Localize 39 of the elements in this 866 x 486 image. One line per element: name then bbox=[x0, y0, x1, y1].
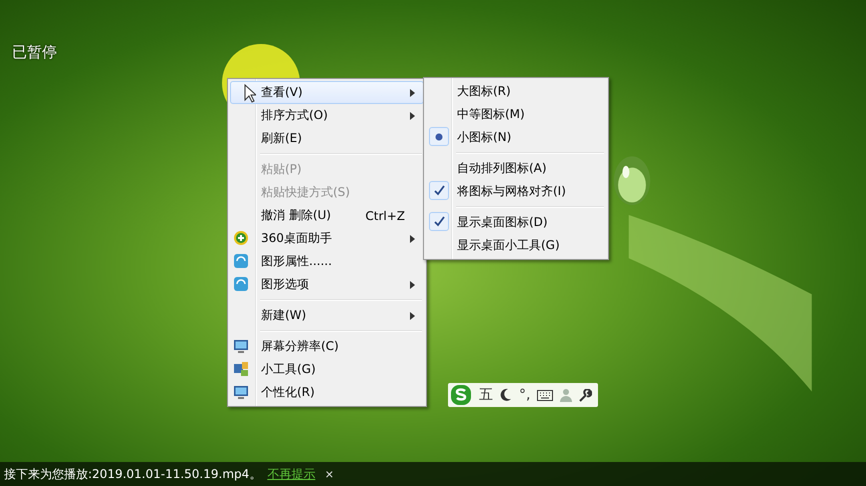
menu-item[interactable]: 撤消 删除(U) Ctrl+Z bbox=[230, 204, 424, 227]
ime-mode-text[interactable]: 五 bbox=[479, 386, 493, 404]
shortcut-text: Ctrl+Z bbox=[365, 208, 405, 222]
menu-item[interactable]: 360桌面助手 bbox=[230, 227, 424, 250]
menu-item[interactable]: 刷新(E) bbox=[230, 127, 424, 150]
monitor-icon bbox=[233, 384, 249, 400]
menu-item[interactable]: 显示桌面图标(D) bbox=[426, 211, 606, 234]
mouse-pointer-icon bbox=[244, 84, 256, 103]
graphics-icon bbox=[233, 253, 249, 269]
ime-mode-text[interactable]: °, bbox=[519, 387, 530, 403]
menu-item[interactable]: 排序方式(O) bbox=[230, 104, 424, 127]
moon-icon[interactable] bbox=[500, 388, 512, 402]
menu-item[interactable]: 查看(V) bbox=[230, 81, 424, 104]
keyboard-icon[interactable] bbox=[537, 390, 554, 400]
menu-item[interactable]: 小图标(N) bbox=[426, 126, 606, 149]
menu-item[interactable]: 将图标与网格对齐(I) bbox=[426, 180, 606, 203]
menu-item[interactable]: 新建(W) bbox=[230, 304, 424, 327]
close-button[interactable]: × bbox=[321, 466, 338, 482]
menu-item[interactable]: 个性化(R) bbox=[230, 381, 424, 404]
radio-dot-icon bbox=[435, 132, 443, 140]
menu-item[interactable]: 小工具(G) bbox=[230, 358, 424, 381]
menu-item[interactable]: 自动排列图标(A) bbox=[426, 157, 606, 180]
monitor-icon bbox=[233, 338, 249, 354]
ime-logo-icon[interactable] bbox=[450, 384, 472, 406]
menu-item[interactable]: 屏幕分辨率(C) bbox=[230, 335, 424, 358]
gadgets-icon bbox=[233, 361, 249, 377]
menu-item[interactable]: 图形选项 bbox=[230, 273, 424, 296]
menu-item[interactable]: 图形属性...... bbox=[230, 250, 424, 273]
checkmark-icon bbox=[434, 185, 444, 196]
checkmark-icon bbox=[434, 216, 444, 227]
next-video-text: 接下来为您播放:2019.01.01-11.50.19.mp4。 bbox=[4, 466, 262, 482]
dont-remind-link[interactable]: 不再提示 bbox=[267, 466, 316, 482]
graphics-icon bbox=[233, 276, 249, 292]
paused-status-text: 已暂停 bbox=[12, 43, 57, 62]
menu-item[interactable]: 大图标(R) bbox=[426, 80, 606, 103]
menu-item[interactable]: 中等图标(M) bbox=[426, 103, 606, 126]
menu-item[interactable]: 显示桌面小工具(G) bbox=[426, 234, 606, 257]
plus-circle-icon bbox=[233, 230, 249, 246]
wrench-icon[interactable] bbox=[579, 388, 592, 402]
